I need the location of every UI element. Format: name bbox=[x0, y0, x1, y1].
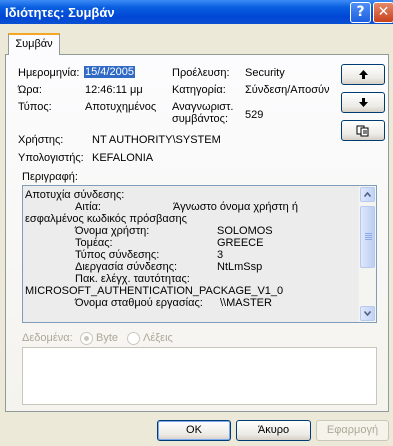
description-line: Όνομα σταθμού εργασίας: \\MASTER bbox=[25, 297, 361, 309]
description-line-key: Όνομα σταθμού εργασίας: bbox=[75, 297, 203, 309]
next-event-button[interactable] bbox=[341, 92, 385, 113]
description-line-key: Τομέας: bbox=[75, 237, 113, 249]
category-label: Κατηγορία: bbox=[172, 84, 226, 96]
source-value[interactable]: Security bbox=[245, 67, 285, 79]
description-line: Αποτυχία σύνδεσης: bbox=[25, 189, 361, 201]
help-button[interactable]: ? bbox=[350, 2, 371, 23]
description-line-value: Άγνωστο όνομα χρήστη ή bbox=[173, 201, 298, 213]
event-id-value[interactable]: 529 bbox=[245, 109, 263, 121]
close-icon: ✕ bbox=[377, 4, 390, 20]
chevron-down-icon bbox=[364, 311, 371, 316]
description-line: Διεργασία σύνδεσης: NtLmSsp bbox=[25, 261, 361, 273]
description-line-value: GREECE bbox=[217, 237, 264, 249]
description-text: Αποτυχία σύνδεσης: Αιτία: Άγνωστο όνομα χρ… bbox=[25, 189, 361, 309]
description-line: Αιτία: Άγνωστο όνομα χρήστη ή bbox=[25, 201, 361, 213]
time-label: Ώρα: bbox=[18, 84, 42, 96]
ok-button[interactable]: OK bbox=[157, 420, 231, 441]
copy-button[interactable] bbox=[341, 120, 385, 141]
date-value[interactable]: 15/4/2005 bbox=[84, 66, 135, 78]
previous-event-button[interactable] bbox=[341, 64, 385, 85]
description-line: Πακ. ελέγχ. ταυτότητας: bbox=[25, 273, 361, 285]
category-value[interactable]: Σύνδεση/Αποσύν bbox=[245, 84, 330, 96]
chevron-up-icon bbox=[364, 192, 371, 197]
radio-words-label: Λέξεις bbox=[143, 332, 173, 344]
close-button[interactable]: ✕ bbox=[373, 2, 393, 23]
type-label: Τύπος: bbox=[18, 101, 52, 113]
description-line-key: εσφαλμένος κωδικός πρόσβασης bbox=[25, 213, 187, 225]
description-line: Τύπος σύνδεσης: 3 bbox=[25, 249, 361, 261]
description-line-key: Αιτία: bbox=[75, 201, 101, 213]
scroll-thumb[interactable] bbox=[360, 206, 375, 268]
radio-bytes[interactable] bbox=[80, 332, 93, 345]
description-line-key: Τύπος σύνδεσης: bbox=[75, 249, 160, 261]
description-line-value: SOLOMOS bbox=[217, 225, 273, 237]
description-line: Τομέας: GREECE bbox=[25, 237, 361, 249]
description-textbox[interactable]: Αποτυχία σύνδεσης: Αιτία: Άγνωστο όνομα χρ… bbox=[22, 185, 377, 323]
window-title: Ιδιότητες: Συμβάν bbox=[5, 5, 115, 20]
description-scrollbar[interactable] bbox=[358, 186, 376, 322]
data-label: Δεδομένα: bbox=[22, 332, 73, 344]
title-bar: Ιδιότητες: Συμβάν ? ✕ bbox=[0, 0, 393, 24]
help-icon: ? bbox=[356, 4, 365, 20]
description-line: MICROSOFT_AUTHENTICATION_PACKAGE_V1_0 bbox=[25, 285, 361, 297]
description-label: Περιγραφή: bbox=[22, 171, 78, 183]
cancel-button[interactable]: Άκυρο bbox=[236, 420, 311, 441]
description-line-key: Όνομα χρήστη: bbox=[75, 225, 150, 237]
description-line-key: MICROSOFT_AUTHENTICATION_PACKAGE_V1_0 bbox=[25, 285, 284, 297]
description-line-value: \\MASTER bbox=[220, 297, 272, 309]
arrow-down-icon bbox=[358, 98, 368, 107]
computer-value[interactable]: KEFALONIA bbox=[92, 152, 153, 164]
radio-words[interactable] bbox=[127, 332, 140, 345]
description-line-value: NtLmSsp bbox=[217, 261, 263, 273]
user-label: Χρήστης: bbox=[18, 134, 64, 146]
computer-label: Υπολογιστής: bbox=[18, 152, 84, 164]
description-line-key: Πακ. ελέγχ. ταυτότητας: bbox=[75, 273, 190, 285]
data-textbox[interactable] bbox=[22, 347, 377, 405]
description-line-key: Αποτυχία σύνδεσης: bbox=[25, 189, 125, 201]
scroll-down-button[interactable] bbox=[360, 306, 375, 321]
source-label: Προέλευση: bbox=[172, 67, 230, 79]
description-line-value: 3 bbox=[217, 249, 224, 261]
description-line: εσφαλμένος κωδικός πρόσβασης bbox=[25, 213, 361, 225]
tab-event[interactable]: Συμβάν bbox=[8, 33, 60, 55]
event-id-label-line1: Αναγνωριστ. bbox=[172, 101, 234, 113]
event-id-label-line2: συμβάντος: bbox=[172, 113, 228, 125]
time-value[interactable]: 12:46:11 μμ bbox=[85, 84, 143, 96]
date-label: Ημερομηνία: bbox=[18, 67, 80, 79]
description-line-key: Διεργασία σύνδεσης: bbox=[75, 261, 178, 273]
apply-button[interactable]: Εφαρμογή bbox=[316, 420, 389, 441]
description-line: Όνομα χρήστη: SOLOMOS bbox=[25, 225, 361, 237]
user-value[interactable]: NT AUTHORITY\SYSTEM bbox=[92, 134, 221, 146]
scroll-up-button[interactable] bbox=[360, 187, 375, 202]
arrow-up-icon bbox=[358, 70, 368, 79]
copy-icon bbox=[356, 125, 369, 136]
type-value[interactable]: Αποτυχημένος bbox=[85, 101, 156, 113]
radio-bytes-label: Byte bbox=[96, 332, 119, 344]
